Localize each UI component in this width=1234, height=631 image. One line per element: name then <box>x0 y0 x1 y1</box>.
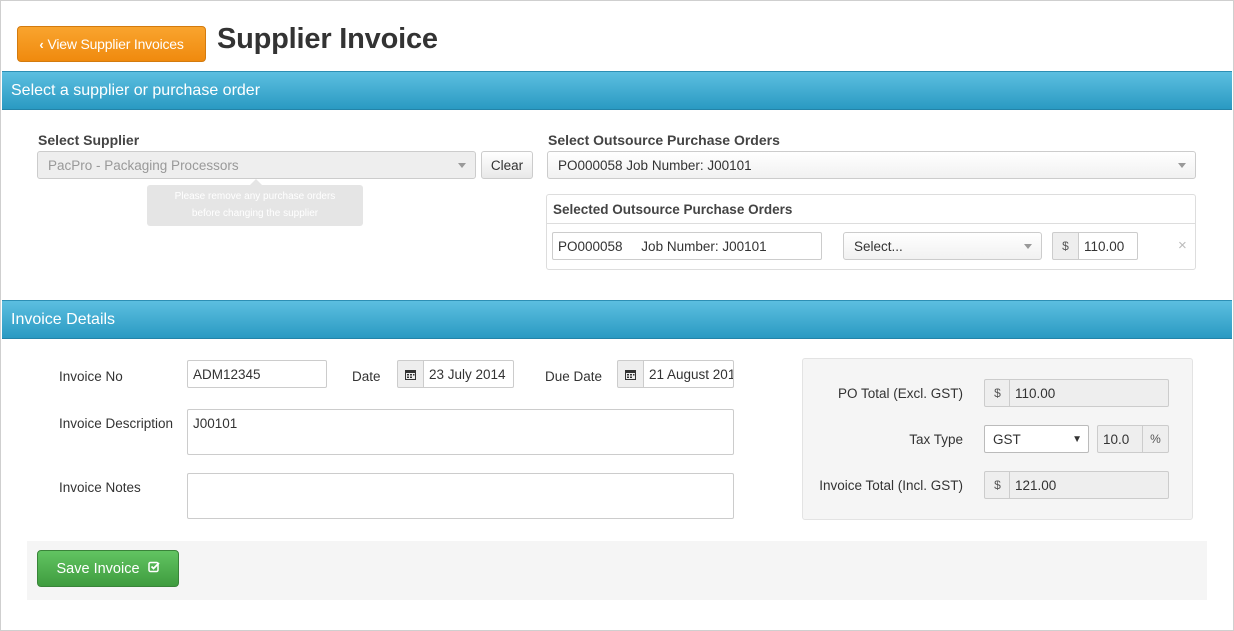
chevron-down-icon: ▼ <box>1072 434 1082 445</box>
supplier-select[interactable]: PacPro - Packaging Processors <box>37 151 476 179</box>
supplier-section-title: Select a supplier or purchase order <box>11 81 261 99</box>
save-invoice-button[interactable]: Save Invoice <box>37 550 179 587</box>
tax-type-select[interactable]: GST ▼ <box>984 425 1089 453</box>
selected-po-option-value: Select... <box>854 238 903 254</box>
tooltip-line-2: before changing the supplier <box>191 208 319 219</box>
view-supplier-invoices-button[interactable]: ‹ View Supplier Invoices <box>17 26 206 62</box>
clear-supplier-button[interactable]: Clear <box>481 151 533 179</box>
date-label: Date <box>352 369 381 384</box>
check-square-icon <box>147 561 160 577</box>
po-select[interactable]: PO000058 Job Number: J00101 <box>547 151 1196 179</box>
tax-type-label: Tax Type <box>909 432 963 447</box>
selected-po-option-select[interactable]: Select... <box>843 232 1042 260</box>
date-field[interactable]: 23 July 2014 <box>423 360 514 388</box>
tooltip-line-1: Please remove any purchase orders <box>174 191 336 202</box>
selected-po-title: Selected Outsource Purchase Orders <box>547 195 1195 224</box>
invoice-notes-label: Invoice Notes <box>59 480 141 495</box>
chevron-down-icon <box>1178 163 1186 168</box>
due-date-label: Due Date <box>545 369 603 384</box>
supplier-select-value: PacPro - Packaging Processors <box>48 157 239 173</box>
po-total-field: 110.00 <box>1009 379 1169 407</box>
invoice-no-label: Invoice No <box>59 369 123 384</box>
invoice-description-field[interactable]: J00101 <box>187 409 734 455</box>
po-total-label: PO Total (Excl. GST) <box>837 386 963 401</box>
percent-addon: % <box>1142 425 1169 453</box>
tax-rate-field[interactable]: 10.0 <box>1097 425 1143 453</box>
selected-po-name-field[interactable]: PO000058 Job Number: J00101 <box>552 232 822 260</box>
chevron-down-icon <box>1024 244 1032 249</box>
invoice-section-header: Invoice Details <box>2 300 1232 339</box>
currency-addon: $ <box>984 471 1011 499</box>
chevron-left-icon: ‹ <box>39 36 44 52</box>
invoice-notes-field[interactable] <box>187 473 734 519</box>
page-title: Supplier Invoice <box>217 23 438 55</box>
supplier-tooltip: Please remove any purchase orders before… <box>147 185 363 226</box>
invoice-section-title: Invoice Details <box>11 310 116 328</box>
invoice-no-field[interactable]: ADM12345 <box>187 360 327 388</box>
po-select-value: PO000058 Job Number: J00101 <box>558 157 752 173</box>
invoice-total-field: 121.00 <box>1009 471 1169 499</box>
tax-type-value: GST <box>993 431 1021 447</box>
action-bar <box>27 541 1207 600</box>
currency-addon: $ <box>1052 232 1079 260</box>
currency-addon: $ <box>984 379 1011 407</box>
save-invoice-label: Save Invoice <box>56 560 140 577</box>
select-supplier-label: Select Supplier <box>38 132 140 148</box>
calendar-icon[interactable] <box>617 360 644 388</box>
back-button-label: View Supplier Invoices <box>47 36 184 52</box>
invoice-total-label: Invoice Total (Incl. GST) <box>819 478 963 493</box>
selected-po-amount-field[interactable]: 110.00 <box>1078 232 1138 260</box>
invoice-description-label: Invoice Description <box>59 416 174 431</box>
calendar-icon[interactable] <box>397 360 424 388</box>
supplier-section-header: Select a supplier or purchase order <box>2 71 1232 110</box>
select-po-label: Select Outsource Purchase Orders <box>548 132 780 148</box>
due-date-field[interactable]: 21 August 2014 <box>643 360 734 388</box>
chevron-down-icon <box>458 163 466 168</box>
remove-po-icon[interactable]: × <box>1178 237 1187 254</box>
